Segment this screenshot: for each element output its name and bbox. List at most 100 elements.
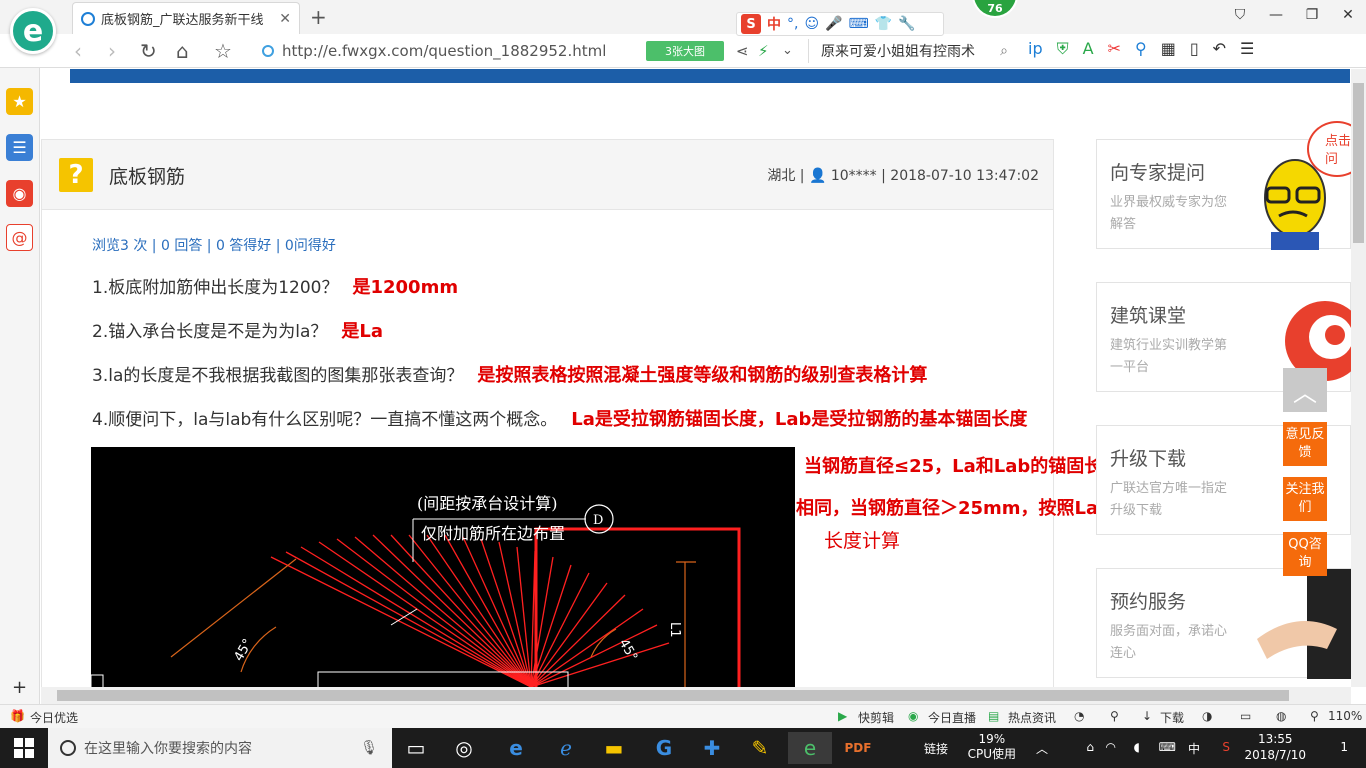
- windows-start-icon[interactable]: [14, 738, 34, 758]
- ie-icon[interactable]: ℯ: [544, 732, 588, 764]
- question-user[interactable]: 10****: [831, 168, 877, 184]
- app-swirl-icon[interactable]: ◎: [442, 732, 486, 764]
- feedback-button[interactable]: 意见反馈: [1283, 422, 1327, 466]
- restore-button[interactable]: ❐: [1294, 0, 1330, 30]
- task-view-icon[interactable]: ▭: [394, 732, 438, 764]
- menu-icon[interactable]: ☰: [1240, 39, 1254, 59]
- share-icon[interactable]: ⋖: [736, 42, 749, 60]
- close-window-button[interactable]: ✕: [1330, 0, 1366, 30]
- browser-logo[interactable]: e: [10, 8, 56, 54]
- live-icon[interactable]: ◉: [908, 709, 918, 723]
- ime-tray-label[interactable]: 中: [1188, 740, 1200, 757]
- pdf-app-icon[interactable]: PDF: [836, 732, 880, 764]
- today-live-link[interactable]: 今日直播: [928, 709, 976, 726]
- zoom-icon[interactable]: ⚲: [1310, 709, 1319, 723]
- tab-close-icon[interactable]: ✕: [279, 11, 291, 27]
- cortana-icon[interactable]: [60, 740, 76, 756]
- sogou-tray-icon[interactable]: S: [1222, 740, 1230, 754]
- add-sidebar-button[interactable]: +: [12, 677, 27, 698]
- zoom-level[interactable]: 110%: [1328, 709, 1362, 723]
- edge-icon[interactable]: e: [494, 732, 538, 764]
- big-pic-button[interactable]: 3张大图: [646, 41, 724, 61]
- favorite-star-icon[interactable]: ☆: [214, 39, 232, 63]
- quick-edit-link[interactable]: 快剪辑: [858, 709, 894, 726]
- list-icon[interactable]: ☰: [6, 134, 33, 161]
- ime-language-label[interactable]: 中: [767, 14, 781, 34]
- punctuation-icon[interactable]: °,: [787, 16, 798, 32]
- tray-chevron-icon[interactable]: ︿: [1036, 740, 1048, 757]
- search-input[interactable]: 原来可爱小姐姐有控雨术 ⌕: [808, 39, 1008, 63]
- file-explorer-icon[interactable]: ▬: [592, 732, 636, 764]
- mute-icon[interactable]: ◍: [1276, 709, 1286, 723]
- emoji-icon[interactable]: ☺: [804, 16, 819, 32]
- horizontal-scrollbar[interactable]: [41, 687, 1351, 704]
- card-title[interactable]: 预约服务: [1110, 587, 1186, 614]
- new-tab-button[interactable]: +: [310, 5, 327, 29]
- url-text[interactable]: http://e.fwxgx.com/question_1882952.html: [282, 42, 606, 60]
- hot-news-link[interactable]: 热点资讯: [1008, 709, 1056, 726]
- link-label[interactable]: 链接: [924, 740, 948, 757]
- back-icon[interactable]: ‹: [74, 39, 82, 63]
- search-query-text[interactable]: 原来可爱小姐姐有控雨术: [821, 41, 975, 61]
- keyboard-tray-icon[interactable]: ⌨: [1159, 740, 1176, 754]
- ime-toolbar[interactable]: S 中 °, ☺ 🎤 ⌨ 👕 🔧: [736, 12, 944, 36]
- appointment-card[interactable]: 预约服务 服务面对面，承诺心连心: [1096, 568, 1351, 679]
- wifi-icon[interactable]: ◠: [1106, 740, 1116, 754]
- news-icon[interactable]: ▤: [988, 709, 999, 723]
- scissors-icon[interactable]: ✂: [1108, 39, 1121, 59]
- card-title[interactable]: 建筑课堂: [1110, 301, 1186, 328]
- today-picks-link[interactable]: 今日优选: [30, 709, 78, 726]
- tablet-icon[interactable]: ▯: [1190, 39, 1199, 59]
- remote-icon[interactable]: ✚: [690, 732, 734, 764]
- browser-tab[interactable]: 底板钢筋_广联达服务新干线 ✕: [72, 2, 300, 34]
- glodon-icon[interactable]: G: [642, 732, 686, 764]
- back-to-top-button[interactable]: ︿: [1283, 368, 1327, 412]
- microphone-icon[interactable]: 🎙: [360, 740, 378, 756]
- taskbar-search-placeholder[interactable]: 在这里输入你要搜索的内容: [84, 738, 252, 758]
- cpu-widget[interactable]: 19% CPU使用: [968, 732, 1016, 762]
- mic-icon[interactable]: 🎤: [825, 16, 842, 32]
- bolt-icon[interactable]: ⚡: [758, 42, 769, 60]
- download-link[interactable]: 下载: [1160, 709, 1184, 726]
- refresh-icon[interactable]: ↻: [140, 39, 157, 63]
- status-page-icon[interactable]: ◑: [1202, 709, 1212, 723]
- chevron-down-icon[interactable]: ⌄: [782, 43, 793, 58]
- translate-icon[interactable]: A: [1083, 39, 1094, 59]
- shield-icon[interactable]: ⛨: [1057, 39, 1069, 59]
- magnifier-icon[interactable]: ⚲: [1135, 39, 1147, 59]
- vertical-scroll-thumb[interactable]: [1353, 83, 1364, 243]
- star-icon[interactable]: ★: [6, 88, 33, 115]
- sogou-ime-icon[interactable]: S: [741, 14, 761, 34]
- follow-us-button[interactable]: 关注我们: [1283, 477, 1327, 521]
- forward-icon[interactable]: ›: [108, 39, 116, 63]
- qq-consult-button[interactable]: QQ咨询: [1283, 532, 1327, 576]
- browser-task-icon[interactable]: e: [788, 732, 832, 764]
- vertical-scrollbar[interactable]: [1351, 69, 1366, 687]
- keyboard-icon[interactable]: ⌨: [849, 16, 869, 32]
- url-field[interactable]: http://e.fwxgx.com/question_1882952.html: [262, 39, 642, 63]
- skin-icon[interactable]: 👕: [875, 16, 892, 32]
- notification-count[interactable]: 1: [1340, 740, 1348, 754]
- horizontal-scroll-thumb[interactable]: [57, 690, 1289, 701]
- download-icon[interactable]: ↓: [1142, 709, 1152, 723]
- search-icon[interactable]: ⌕: [1000, 43, 1008, 59]
- volume-icon[interactable]: ◖: [1134, 740, 1140, 754]
- settings-wrench-icon[interactable]: 🔧: [898, 16, 915, 32]
- taskbar-search-input[interactable]: 在这里输入你要搜索的内容 🎙: [48, 728, 392, 768]
- card-title[interactable]: 升级下载: [1110, 444, 1186, 471]
- clip-icon[interactable]: ▶: [838, 709, 847, 723]
- minimize-button[interactable]: —: [1258, 0, 1294, 30]
- card-title[interactable]: 向专家提问: [1110, 158, 1205, 185]
- site-info-icon[interactable]: [262, 45, 274, 57]
- pin-icon[interactable]: ⚲: [1110, 709, 1119, 723]
- shirt-skin-icon[interactable]: ⛉: [1222, 0, 1258, 30]
- home-icon[interactable]: ⌂: [176, 39, 189, 63]
- ip-extension-icon[interactable]: ip: [1028, 39, 1043, 59]
- window-icon[interactable]: ▭: [1240, 709, 1251, 723]
- browser-status-icon[interactable]: ◔: [1074, 709, 1084, 723]
- score-badge[interactable]: 76: [972, 0, 1018, 18]
- network-icon[interactable]: ⌂: [1086, 740, 1094, 754]
- clock[interactable]: 13:55 2018/7/10: [1244, 731, 1306, 763]
- grid-icon[interactable]: ▦: [1161, 39, 1176, 59]
- undo-icon[interactable]: ↶: [1213, 39, 1226, 59]
